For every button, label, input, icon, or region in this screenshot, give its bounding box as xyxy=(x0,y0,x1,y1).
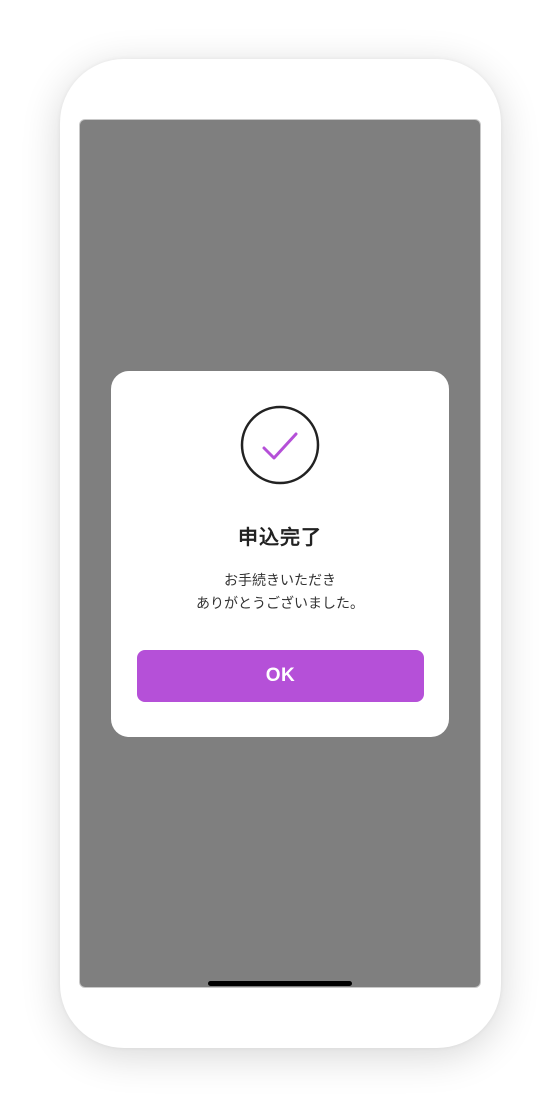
completion-dialog: 申込完了 お手続きいただき ありがとうございました。 OK xyxy=(111,371,449,737)
ok-button[interactable]: OK xyxy=(137,650,424,702)
dialog-message-line: ありがとうございました。 xyxy=(196,596,364,612)
dialog-title: 申込完了 xyxy=(238,525,322,549)
home-indicator[interactable] xyxy=(208,981,352,986)
check-circle-icon xyxy=(240,405,320,485)
dialog-message: お手続きいただき ありがとうございました。 xyxy=(111,570,449,616)
dialog-message-line: お手続きいただき xyxy=(224,573,336,589)
